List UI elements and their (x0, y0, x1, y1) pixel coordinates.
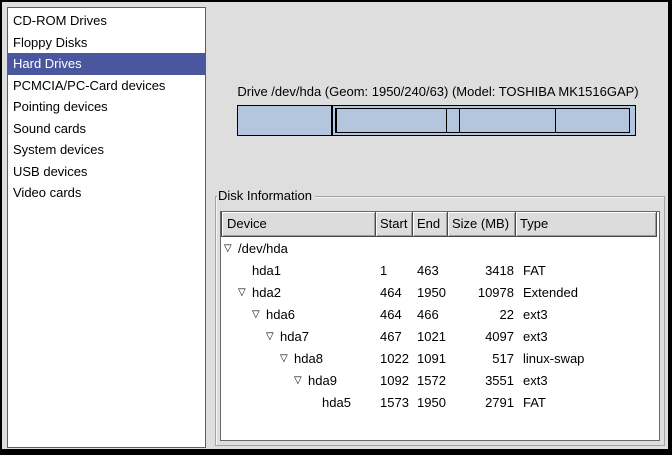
sidebar-item-usb-devices[interactable]: USB devices (8, 161, 205, 183)
cell-type: FAT (519, 392, 660, 414)
cell-size: 3551 (450, 370, 519, 392)
cell-size: 517 (450, 348, 519, 370)
cell-end: 1572 (414, 370, 450, 392)
cell-type: ext3 (519, 370, 660, 392)
table-row-hda8[interactable]: ▽hda8 10221091517linux-swap (221, 348, 659, 370)
cell-start: 1092 (376, 370, 414, 392)
device-name: hda7 (280, 326, 309, 348)
disk-information-label: Disk Information (217, 188, 315, 204)
column-header-end[interactable]: End (412, 212, 448, 237)
cell-start: 1 (376, 260, 414, 282)
cell-start (376, 238, 414, 260)
partition-segment-hda8 (446, 108, 460, 133)
table-body: ▽/dev/hdahda114633418FAT▽hda246419501097… (221, 237, 659, 414)
sidebar-item-pcmcia-pc-card-devices[interactable]: PCMCIA/PC-Card devices (8, 75, 205, 97)
tree-expander-icon[interactable]: ▽ (238, 282, 252, 304)
device-name: hda5 (322, 392, 351, 414)
cell-type: linux-swap (519, 348, 660, 370)
table-row-hda9[interactable]: ▽hda9 109215723551ext3 (221, 370, 659, 392)
device-name: hda1 (252, 260, 281, 282)
cell-size: 4097 (450, 326, 519, 348)
cell-end: 1950 (414, 392, 450, 414)
cell-end: 1021 (414, 326, 450, 348)
cell-size: 22 (450, 304, 519, 326)
cell-size: 2791 (450, 392, 519, 414)
sidebar-item-cd-rom-drives[interactable]: CD-ROM Drives (8, 10, 205, 32)
tree-expander-icon[interactable]: ▽ (266, 326, 280, 348)
device-name: hda8 (294, 348, 323, 370)
column-header-start[interactable]: Start (375, 212, 413, 237)
cell-start: 1022 (376, 348, 414, 370)
device-name: hda9 (308, 370, 337, 392)
table-row-hda5[interactable]: hda5 157319502791FAT (221, 392, 659, 414)
cell-type: Extended (519, 282, 660, 304)
partition-segment-hda9 (459, 108, 555, 133)
cell-size (450, 238, 519, 260)
partition-bar (237, 105, 636, 136)
table-row-hda6[interactable]: ▽hda6 46446622ext3 (221, 304, 659, 326)
tree-expander-icon[interactable]: ▽ (224, 238, 238, 260)
cell-start: 464 (376, 282, 414, 304)
sidebar-item-floppy-disks[interactable]: Floppy Disks (8, 32, 205, 54)
table-row--dev-hda[interactable]: ▽/dev/hda (221, 238, 659, 260)
table-row-hda1[interactable]: hda1 14633418FAT (221, 260, 659, 282)
sidebar-item-hard-drives[interactable]: Hard Drives (8, 53, 205, 75)
device-name: hda6 (266, 304, 295, 326)
partition-segment-hda5 (555, 108, 631, 133)
sidebar-item-pointing-devices[interactable]: Pointing devices (8, 96, 205, 118)
partition-segment-hda1 (237, 105, 332, 136)
cell-start: 464 (376, 304, 414, 326)
cell-type (519, 238, 660, 260)
device-category-list: CD-ROM DrivesFloppy DisksHard DrivesPCMC… (7, 7, 206, 448)
cell-size: 3418 (450, 260, 519, 282)
logical-partitions-container (335, 108, 633, 133)
tree-expander-icon[interactable]: ▽ (280, 348, 294, 370)
device-name: /dev/hda (238, 238, 288, 260)
sidebar-item-system-devices[interactable]: System devices (8, 139, 205, 161)
sidebar-item-video-cards[interactable]: Video cards (8, 182, 205, 204)
drive-title: Drive /dev/hda (Geom: 1950/240/63) (Mode… (215, 84, 661, 99)
table-header-row: DeviceStartEndSize (MB)Type (221, 212, 659, 237)
partition-segment-hda2 (332, 105, 636, 136)
column-header-size-mb-[interactable]: Size (MB) (447, 212, 516, 237)
table-row-hda7[interactable]: ▽hda7 46710214097ext3 (221, 326, 659, 348)
cell-start: 1573 (376, 392, 414, 414)
cell-end: 1950 (414, 282, 450, 304)
column-header-device[interactable]: Device (221, 212, 376, 237)
tree-expander-icon[interactable]: ▽ (252, 304, 266, 326)
cell-type: FAT (519, 260, 660, 282)
cell-start: 467 (376, 326, 414, 348)
partition-segment-hda7 (336, 108, 447, 133)
cell-end: 1091 (414, 348, 450, 370)
cell-size: 10978 (450, 282, 519, 304)
tree-expander-icon[interactable]: ▽ (294, 370, 308, 392)
disk-information-table: DeviceStartEndSize (MB)Type ▽/dev/hdahda… (220, 211, 660, 441)
sidebar-item-sound-cards[interactable]: Sound cards (8, 118, 205, 140)
hardware-browser-window: CD-ROM DrivesFloppy DisksHard DrivesPCMC… (0, 0, 672, 455)
cell-end: 463 (414, 260, 450, 282)
cell-type: ext3 (519, 326, 660, 348)
cell-end (414, 238, 450, 260)
table-row-hda2[interactable]: ▽hda2 464195010978Extended (221, 282, 659, 304)
column-header-type[interactable]: Type (515, 212, 657, 237)
device-name: hda2 (252, 282, 281, 304)
disk-information-frame: Disk Information DeviceStartEndSize (MB)… (215, 196, 665, 446)
cell-type: ext3 (519, 304, 660, 326)
cell-end: 466 (414, 304, 450, 326)
